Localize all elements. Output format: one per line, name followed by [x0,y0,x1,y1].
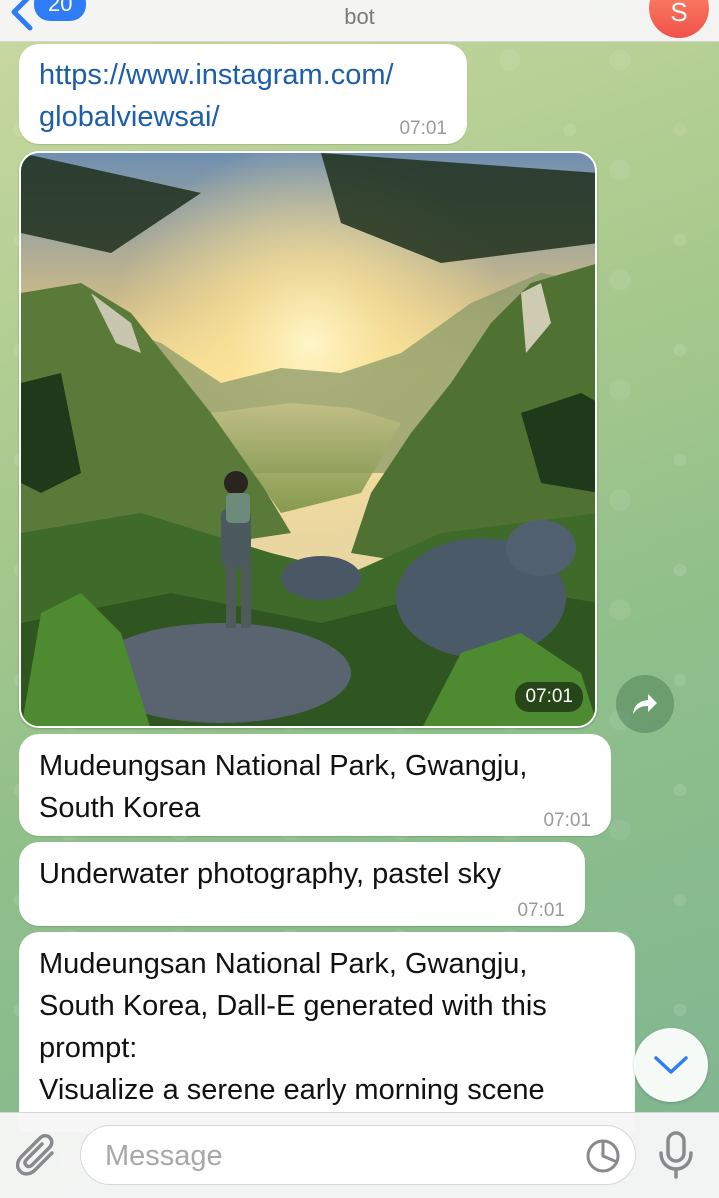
landscape-image [21,153,595,726]
forward-arrow-icon [633,694,657,714]
photo-timestamp: 07:01 [515,682,583,712]
message-text-line1: Mudeungsan National Park, Gwangju, [39,948,528,980]
message-text-line1: Mudeungsan National Park, Gwangju, [39,750,528,782]
message-text-line3: prompt: [39,1032,138,1064]
sticker-button[interactable] [585,1138,621,1179]
message-time: 07:01 [517,900,565,921]
message-input-placeholder: Message [105,1140,223,1172]
chevron-down-icon [654,1056,688,1074]
message-text-line2: South Korea [39,792,201,824]
message-text-line2: South Korea, Dall-E generated with this [39,990,547,1022]
message-link-line1[interactable]: https://www.instagram.com/ [39,54,447,96]
sticker-icon [586,1139,620,1173]
paperclip-icon [15,1134,54,1176]
message-link-line2[interactable]: globalviewsai/ [39,96,447,138]
message-text-line4: Visualize a serene early morning scene [39,1074,545,1106]
message-bubble[interactable]: Underwater photography, pastel sky 07:01 [19,842,585,926]
chat-header: 20 bot S [0,0,719,42]
chat-title[interactable]: bot [0,4,719,30]
avatar-letter: S [670,0,688,27]
message-bubble-link[interactable]: https://www.instagram.com/ globalviewsai… [19,44,467,144]
microphone-icon [659,1131,693,1179]
voice-record-button[interactable] [656,1131,696,1184]
message-photo[interactable]: 07:01 [19,151,597,728]
forward-button[interactable] [616,675,674,733]
avatar[interactable]: S [649,0,709,38]
message-text-line1: Underwater photography, pastel sky [39,858,502,890]
message-time: 07:01 [543,810,591,831]
message-time: 07:01 [399,118,447,139]
message-input[interactable]: Message [80,1125,636,1185]
message-composer: Message [0,1112,719,1198]
message-bubble[interactable]: Mudeungsan National Park, Gwangju, South… [19,932,635,1132]
scroll-to-bottom-button[interactable] [634,1028,708,1102]
attach-button[interactable] [15,1133,60,1184]
message-bubble[interactable]: Mudeungsan National Park, Gwangju, South… [19,734,611,836]
